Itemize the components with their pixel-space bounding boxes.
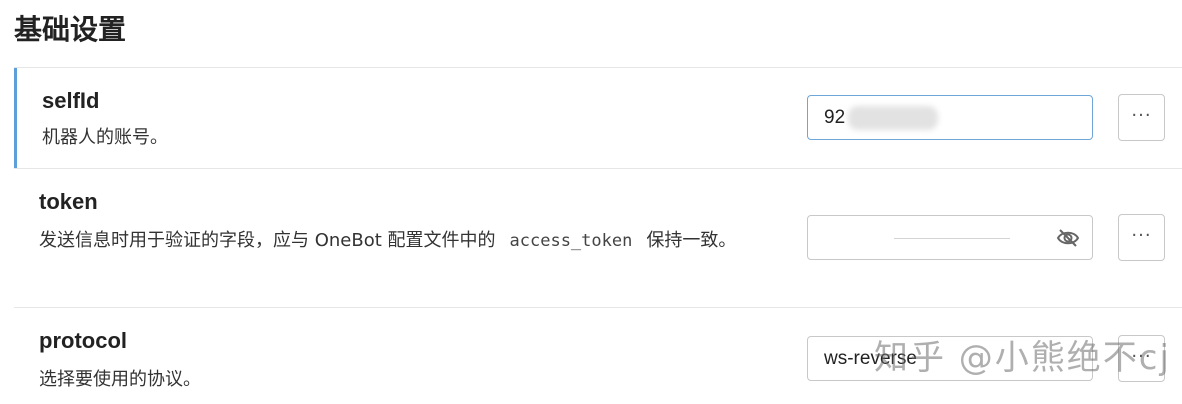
selfid-value: 92: [824, 107, 846, 128]
selfid-more-button[interactable]: ···: [1118, 94, 1165, 141]
setting-name: protocol: [39, 328, 127, 353]
setting-description: 选择要使用的协议。: [39, 369, 201, 390]
eye-slash-icon[interactable]: [1056, 227, 1080, 249]
redacted-blur: [848, 106, 938, 130]
token-more-button[interactable]: ···: [1118, 214, 1165, 261]
description-text: 发送信息时用于验证的字段，应与 OneBot 配置文件中的: [39, 230, 496, 251]
setting-description: 机器人的账号。: [42, 127, 168, 148]
description-text: 保持一致。: [646, 230, 737, 251]
selfid-input[interactable]: 92: [807, 95, 1093, 140]
token-input[interactable]: [807, 215, 1093, 260]
setting-name: token: [39, 189, 98, 214]
protocol-more-button[interactable]: ···: [1118, 335, 1165, 382]
section-title: 基础设置: [14, 13, 127, 46]
setting-name: selfId: [42, 88, 100, 113]
protocol-select[interactable]: ws-reverse: [807, 336, 1093, 381]
protocol-value: ws-reverse: [824, 348, 917, 369]
password-placeholder-line: [894, 238, 1010, 239]
code-access-token: access_token: [509, 231, 633, 251]
setting-description: 发送信息时用于验证的字段，应与 OneBot 配置文件中的 access_toke…: [39, 223, 779, 259]
